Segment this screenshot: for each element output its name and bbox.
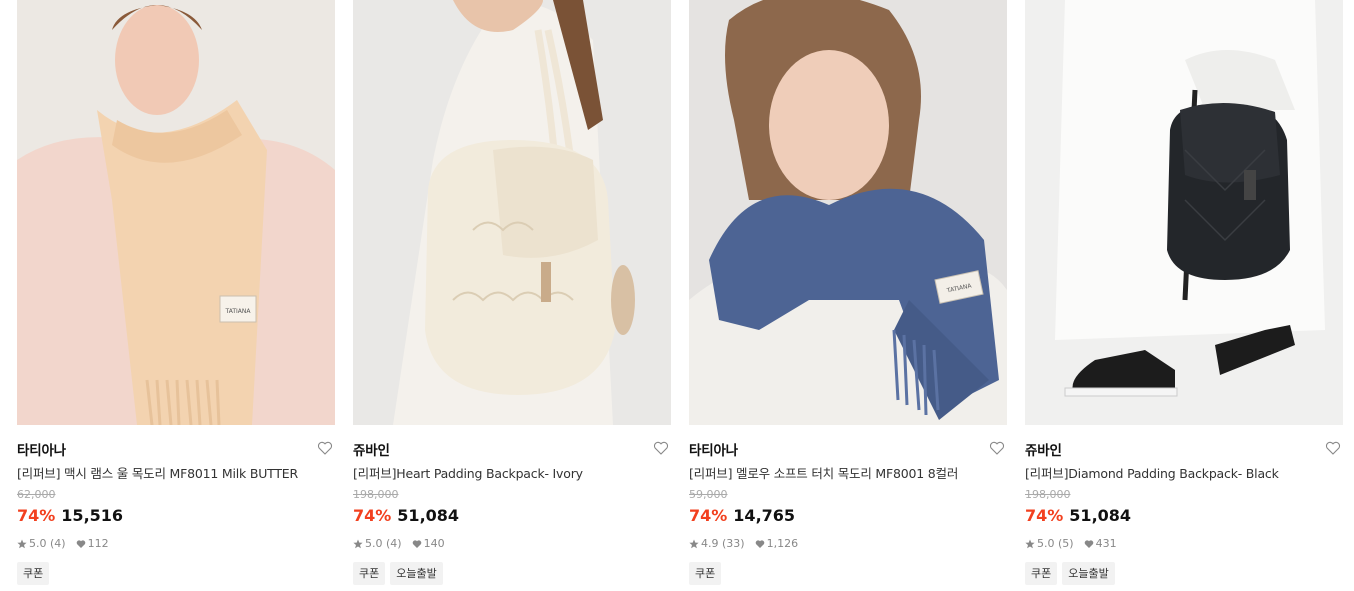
like-count: 1,126 <box>766 537 799 550</box>
discount-rate: 74% <box>689 506 728 525</box>
tag-coupon: 쿠폰 <box>1025 562 1058 585</box>
likes-heart-icon <box>1084 539 1093 548</box>
star-icon <box>1025 539 1035 548</box>
discount-rate: 74% <box>17 506 56 525</box>
price-row: 74% 14,765 <box>689 506 795 525</box>
product-name[interactable]: [리퍼브]Diamond Padding Backpack- Black <box>1025 463 1343 482</box>
product-card[interactable]: TATIANA 타티아나 [리퍼브] 멜로우 소프트 터치 목도리 MF8001… <box>689 0 1007 591</box>
discount-rate: 74% <box>353 506 392 525</box>
wishlist-heart-icon[interactable] <box>317 440 333 456</box>
product-image-link[interactable] <box>1025 0 1343 425</box>
likes-heart-icon <box>755 539 764 548</box>
sale-price: 15,516 <box>61 506 124 525</box>
sale-price: 51,084 <box>1069 506 1132 525</box>
tag-ships-today: 오늘출발 <box>1062 562 1115 585</box>
label-text: TATIANA <box>225 308 252 315</box>
rating: 5.0 (4) <box>365 537 402 550</box>
tag-coupon: 쿠폰 <box>17 562 50 585</box>
rating: 5.0 (4) <box>29 537 66 550</box>
likes-heart-icon <box>76 539 85 548</box>
like-count: 140 <box>423 537 445 550</box>
product-image <box>1025 0 1343 425</box>
tag-ships-today: 오늘출발 <box>390 562 443 585</box>
original-price: 198,000 <box>353 488 399 501</box>
original-price: 62,000 <box>17 488 56 501</box>
product-meta: 4.9 (33) 1,126 <box>689 537 798 550</box>
tag-list: 쿠폰 <box>17 562 50 585</box>
product-image-link[interactable]: TATIANA <box>17 0 335 425</box>
product-name[interactable]: [리퍼브] 멜로우 소프트 터치 목도리 MF8001 8컬러 <box>689 463 1007 482</box>
like-count: 431 <box>1095 537 1117 550</box>
product-image <box>353 0 671 425</box>
brand-name[interactable]: 타티아나 <box>689 439 738 459</box>
price-row: 74% 15,516 <box>17 506 123 525</box>
like-count: 112 <box>87 537 109 550</box>
original-price: 198,000 <box>1025 488 1071 501</box>
price-row: 74% 51,084 <box>1025 506 1131 525</box>
tag-coupon: 쿠폰 <box>689 562 722 585</box>
rating: 5.0 (5) <box>1037 537 1074 550</box>
product-card[interactable]: 쥬바인 [리퍼브]Diamond Padding Backpack- Black… <box>1025 0 1343 591</box>
tag-list: 쿠폰 <box>689 562 722 585</box>
product-image-link[interactable]: TATIANA <box>689 0 1007 425</box>
product-card[interactable]: TATIANA 타티아나 [리퍼브] 맥시 램스 울 목도리 MF8011 Mi… <box>17 0 335 591</box>
rating: 4.9 (33) <box>701 537 745 550</box>
brand-name[interactable]: 쥬바인 <box>353 439 390 459</box>
product-grid: TATIANA 타티아나 [리퍼브] 맥시 램스 울 목도리 MF8011 Mi… <box>0 0 1354 591</box>
product-name[interactable]: [리퍼브] 맥시 램스 울 목도리 MF8011 Milk BUTTER <box>17 463 335 482</box>
product-image: TATIANA <box>689 0 1007 425</box>
tag-list: 쿠폰 오늘출발 <box>353 562 443 585</box>
wishlist-heart-icon[interactable] <box>653 440 669 456</box>
tag-list: 쿠폰 오늘출발 <box>1025 562 1115 585</box>
wishlist-heart-icon[interactable] <box>989 440 1005 456</box>
likes-heart-icon <box>412 539 421 548</box>
product-image: TATIANA <box>17 0 335 425</box>
discount-rate: 74% <box>1025 506 1064 525</box>
price-row: 74% 51,084 <box>353 506 459 525</box>
original-price: 59,000 <box>689 488 728 501</box>
tag-coupon: 쿠폰 <box>353 562 386 585</box>
star-icon <box>689 539 699 548</box>
product-card[interactable]: 쥬바인 [리퍼브]Heart Padding Backpack- Ivory 1… <box>353 0 671 591</box>
star-icon <box>17 539 27 548</box>
product-meta: 5.0 (5) 431 <box>1025 537 1117 550</box>
product-meta: 5.0 (4) 112 <box>17 537 109 550</box>
product-image-link[interactable] <box>353 0 671 425</box>
sale-price: 51,084 <box>397 506 460 525</box>
sale-price: 14,765 <box>733 506 796 525</box>
brand-name[interactable]: 쥬바인 <box>1025 439 1062 459</box>
wishlist-heart-icon[interactable] <box>1325 440 1341 456</box>
star-icon <box>353 539 363 548</box>
product-meta: 5.0 (4) 140 <box>353 537 445 550</box>
product-name[interactable]: [리퍼브]Heart Padding Backpack- Ivory <box>353 463 671 482</box>
brand-name[interactable]: 타티아나 <box>17 439 66 459</box>
